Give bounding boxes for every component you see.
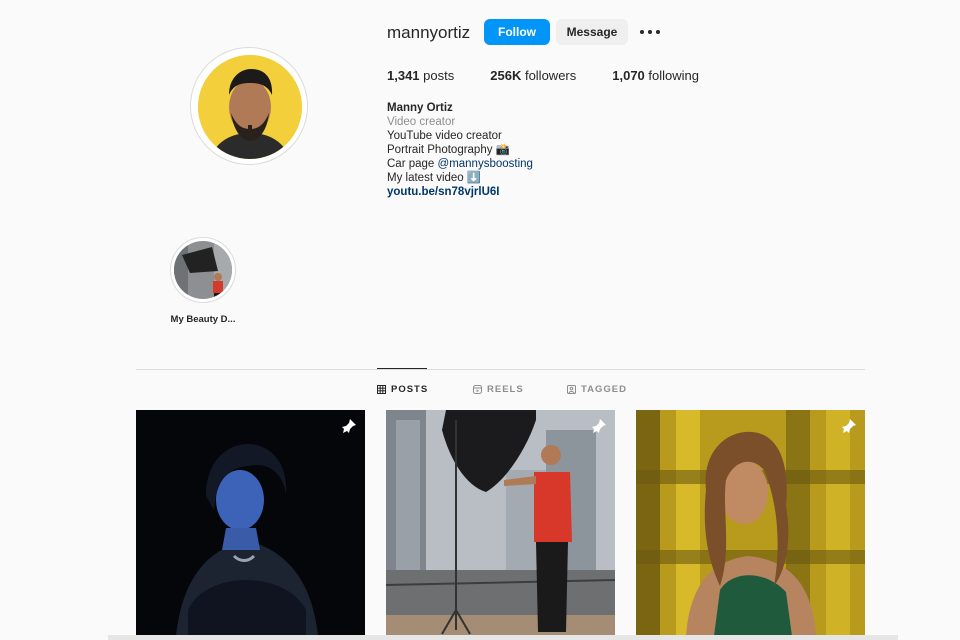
grid-icon xyxy=(377,385,386,394)
stat-posts-count: 1,341 xyxy=(387,68,420,83)
stat-posts: 1,341 posts xyxy=(387,68,454,83)
highlight-label: My Beauty D... xyxy=(170,314,236,325)
tabs-divider xyxy=(136,369,865,370)
pinned-icon xyxy=(592,419,606,433)
bio-line: Portrait Photography 📸 xyxy=(387,144,510,156)
profile-stats: 1,341 posts 256K followers 1,070 followi… xyxy=(387,68,735,83)
active-tab-indicator xyxy=(377,368,427,369)
message-button[interactable]: Message xyxy=(556,19,628,45)
stat-following-count: 1,070 xyxy=(612,68,645,83)
bio-category: Video creator xyxy=(387,116,456,128)
bio-line: YouTube video creator xyxy=(387,130,502,142)
stat-followers-count: 256K xyxy=(490,68,522,83)
profile-username: mannyortiz xyxy=(387,23,471,42)
stat-following-label: following xyxy=(648,68,700,83)
bio-line: Car page @mannysboosting xyxy=(387,157,533,171)
tab-reels-label: REELS xyxy=(487,384,524,395)
bio-mention-link[interactable]: @mannysboosting xyxy=(438,158,533,170)
tab-tagged-label: TAGGED xyxy=(581,384,627,395)
tab-posts[interactable]: POSTS xyxy=(377,384,428,395)
avatar[interactable] xyxy=(198,55,302,159)
tagged-icon xyxy=(567,385,576,394)
bio-name: Manny Ortiz xyxy=(387,102,453,114)
post-thumbnail[interactable] xyxy=(636,410,865,636)
post-thumbnail[interactable] xyxy=(136,410,365,636)
stat-following[interactable]: 1,070 following xyxy=(612,68,699,83)
more-options-icon[interactable] xyxy=(640,25,660,39)
follow-button[interactable]: Follow xyxy=(484,19,550,45)
profile-bio: Manny Ortiz Video creator YouTube video … xyxy=(387,101,533,199)
tab-posts-label: POSTS xyxy=(391,384,429,395)
stat-posts-label: posts xyxy=(423,68,455,83)
pinned-icon xyxy=(842,419,856,433)
bio-line-prefix: Car page xyxy=(387,158,438,170)
pinned-icon xyxy=(342,419,356,433)
reels-icon xyxy=(473,385,482,394)
bio-external-link[interactable]: youtu.be/sn78vjrlU6I xyxy=(387,185,533,199)
tab-tagged[interactable]: TAGGED xyxy=(567,384,627,395)
window-bottom-edge xyxy=(108,635,898,640)
highlight-thumbnail[interactable] xyxy=(174,241,232,299)
post-thumbnail[interactable] xyxy=(386,410,615,636)
tab-reels[interactable]: REELS xyxy=(473,384,524,395)
bio-line: My latest video ⬇️ xyxy=(387,172,482,184)
stat-followers-label: followers xyxy=(524,68,577,83)
stat-followers[interactable]: 256K followers xyxy=(490,68,576,83)
